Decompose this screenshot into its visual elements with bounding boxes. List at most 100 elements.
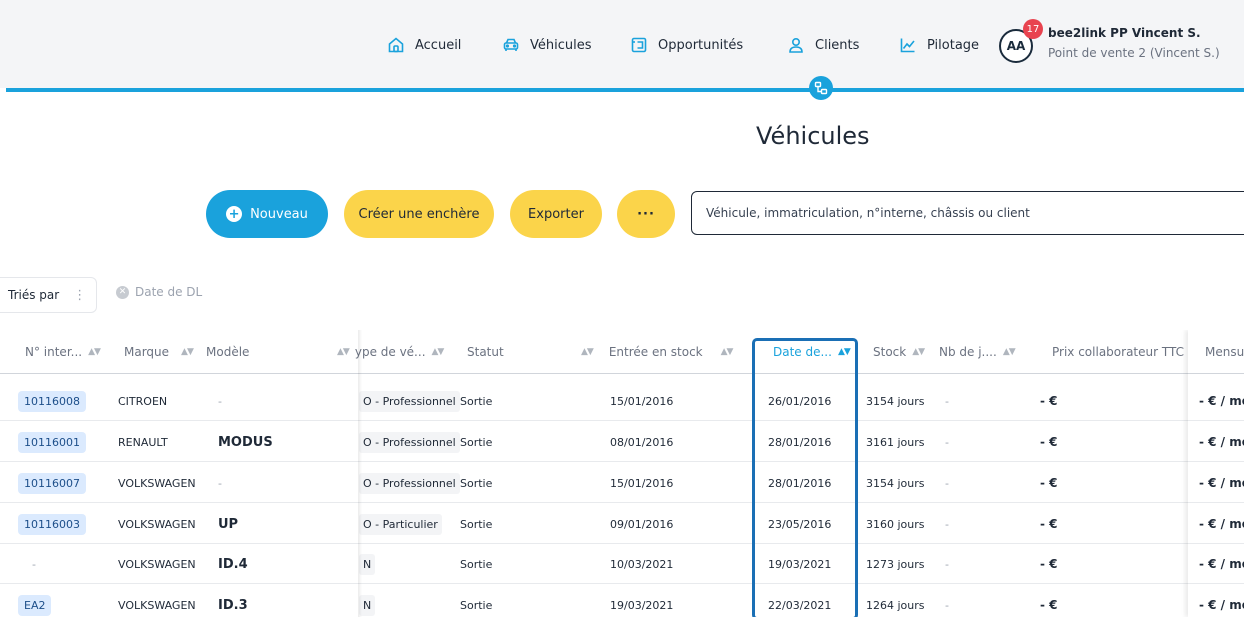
network-icon[interactable] — [809, 76, 833, 100]
internal-number-tag[interactable]: 10116008 — [18, 390, 86, 412]
price-cell: - € — [1040, 598, 1058, 612]
user-name[interactable]: bee2link PP Vincent S. — [1048, 26, 1201, 40]
date-cell: 28/01/2016 — [768, 435, 832, 449]
export-button[interactable]: Exporter — [510, 190, 602, 238]
column-header-employee-price[interactable]: Prix collaborateur TTC — [1052, 343, 1184, 361]
status-cell: Sortie — [460, 557, 493, 571]
model-cell: MODUS — [218, 434, 273, 450]
sort-by-control[interactable]: Triés par ⋮ — [0, 277, 97, 313]
date-cell: 26/01/2016 — [768, 394, 832, 408]
column-header-brand[interactable]: Marque ▲▼ — [124, 343, 194, 361]
brand-cell: VOLKSWAGEN — [118, 598, 196, 612]
sort-icon: ▲▼ — [88, 347, 101, 357]
date-cell: 22/03/2021 — [768, 598, 832, 612]
stock-entry-cell: 19/03/2021 — [610, 598, 674, 612]
stock-cell: 3154 jours — [866, 394, 925, 408]
date-cell: 28/01/2016 — [768, 476, 832, 490]
drag-handle-icon: ⋮ — [73, 287, 87, 303]
nav-label: Véhicules — [530, 37, 592, 53]
status-cell: Sortie — [460, 435, 493, 449]
model-cell: ID.4 — [218, 556, 248, 572]
nav-item-vehicules[interactable]: Véhicules — [502, 34, 592, 56]
top-navigation-bar: Accueil Véhicules Opportunités Clients P… — [0, 0, 1244, 88]
internal-number-cell: - — [32, 557, 36, 571]
model-cell: ID.3 — [218, 597, 248, 613]
page-title: Véhicules — [756, 122, 870, 150]
column-header-vehicle-type[interactable]: ▲▼ ype de vé... ▲▼ — [337, 343, 444, 361]
sort-by-label: Triés par — [8, 288, 60, 302]
column-header-stock[interactable]: Stock ▲▼ — [873, 343, 925, 361]
column-header-stock-entry[interactable]: ▲▼ Entrée en stock ▲▼ — [581, 343, 733, 361]
days-cell: - — [945, 557, 949, 571]
status-cell: Sortie — [460, 517, 493, 531]
table-row[interactable]: EA2 VOLKSWAGEN ID.3 N Sortie 19/03/2021 … — [0, 585, 1244, 617]
column-header-date[interactable]: Date de... ▲▼ — [773, 343, 851, 361]
date-cell: 23/05/2016 — [768, 517, 832, 531]
table-row[interactable]: 10116008 CITROEN - O - Professionnel Sor… — [0, 381, 1244, 421]
days-cell: - — [945, 394, 949, 408]
stock-cell: 3160 jours — [866, 517, 925, 531]
column-header-status[interactable]: Statut — [467, 343, 504, 361]
model-cell: UP — [218, 516, 239, 532]
column-header-internal-number[interactable]: N° inter... ▲▼ — [25, 343, 101, 361]
store-name[interactable]: Point de vente 2 (Vincent S.) — [1048, 46, 1220, 60]
column-header-label: N° inter... — [25, 345, 83, 359]
column-header-label: Prix collaborateur TTC — [1052, 345, 1184, 359]
stock-entry-cell: 08/01/2016 — [610, 435, 674, 449]
vehicle-type-tag: O - Professionnel — [359, 472, 460, 494]
column-header-label: Nb de j.... — [939, 345, 997, 359]
nav-label: Opportunités — [658, 37, 744, 53]
column-header-label: ype de vé... — [354, 345, 426, 359]
nav-label: Accueil — [415, 37, 462, 53]
stock-cell: 1264 jours — [866, 598, 925, 612]
status-cell: Sortie — [460, 476, 493, 490]
vehicle-type-tag: O - Professionnel — [359, 431, 460, 453]
nav-item-accueil[interactable]: Accueil — [387, 34, 461, 56]
user-icon — [789, 37, 803, 53]
frozen-column-shadow — [358, 330, 362, 617]
stock-entry-cell: 15/01/2016 — [610, 476, 674, 490]
nav-item-opportunites[interactable]: Opportunités — [630, 34, 743, 56]
stock-cell: 1273 jours — [866, 557, 925, 571]
sort-icon: ▲▼ — [1002, 347, 1016, 357]
notification-badge[interactable]: 17 — [1023, 19, 1043, 39]
column-header-days[interactable]: Nb de j.... ▲▼ — [939, 343, 1016, 361]
column-header-label: Modèle — [206, 345, 250, 359]
create-auction-button[interactable]: Créer une enchère — [344, 190, 494, 238]
internal-number-tag[interactable]: EA2 — [18, 594, 52, 616]
new-button-label: Nouveau — [250, 206, 308, 222]
stock-entry-cell: 10/03/2021 — [610, 557, 674, 571]
model-cell: - — [218, 476, 222, 490]
table-row[interactable]: 10116003 VOLKSWAGEN UP O - Particulier S… — [0, 504, 1244, 544]
days-cell: - — [945, 476, 949, 490]
vehicle-type-tag: O - Professionnel — [359, 390, 460, 412]
days-cell: - — [945, 435, 949, 449]
internal-number-tag[interactable]: 10116003 — [18, 513, 86, 535]
sort-chip-label: Date de DL — [135, 285, 203, 299]
brand-cell: RENAULT — [118, 435, 168, 449]
model-cell: - — [218, 394, 222, 408]
vehicle-type-tag: O - Particulier — [359, 513, 442, 535]
nav-item-clients[interactable]: Clients — [787, 34, 859, 56]
nav-item-pilotage[interactable]: Pilotage — [899, 34, 979, 56]
column-header-model[interactable]: Modèle — [206, 343, 249, 361]
sort-chip[interactable]: ✕ Date de DL — [116, 285, 202, 299]
sort-icon: ▲▼ — [837, 347, 851, 357]
days-cell: - — [945, 517, 949, 531]
table-row[interactable]: - VOLKSWAGEN ID.4 N Sortie 10/03/2021 19… — [0, 544, 1244, 584]
column-header-label: Entrée en stock — [608, 345, 703, 359]
topbar-accent-line — [6, 88, 1244, 92]
more-options-button[interactable]: ··· — [617, 190, 675, 238]
brand-cell: VOLKSWAGEN — [118, 476, 196, 490]
status-cell: Sortie — [460, 598, 493, 612]
remove-icon[interactable]: ✕ — [116, 285, 129, 299]
new-button[interactable]: + Nouveau — [206, 190, 328, 238]
table-row[interactable]: 10116001 RENAULT MODUS O - Professionnel… — [0, 422, 1244, 462]
stock-cell: 3154 jours — [866, 476, 925, 490]
search-input[interactable] — [691, 191, 1244, 235]
brand-cell: VOLKSWAGEN — [118, 517, 196, 531]
sort-icon: ▲▼ — [581, 347, 594, 357]
internal-number-tag[interactable]: 10116007 — [18, 472, 86, 494]
internal-number-tag[interactable]: 10116001 — [18, 431, 86, 453]
table-row[interactable]: 10116007 VOLKSWAGEN - O - Professionnel … — [0, 463, 1244, 503]
